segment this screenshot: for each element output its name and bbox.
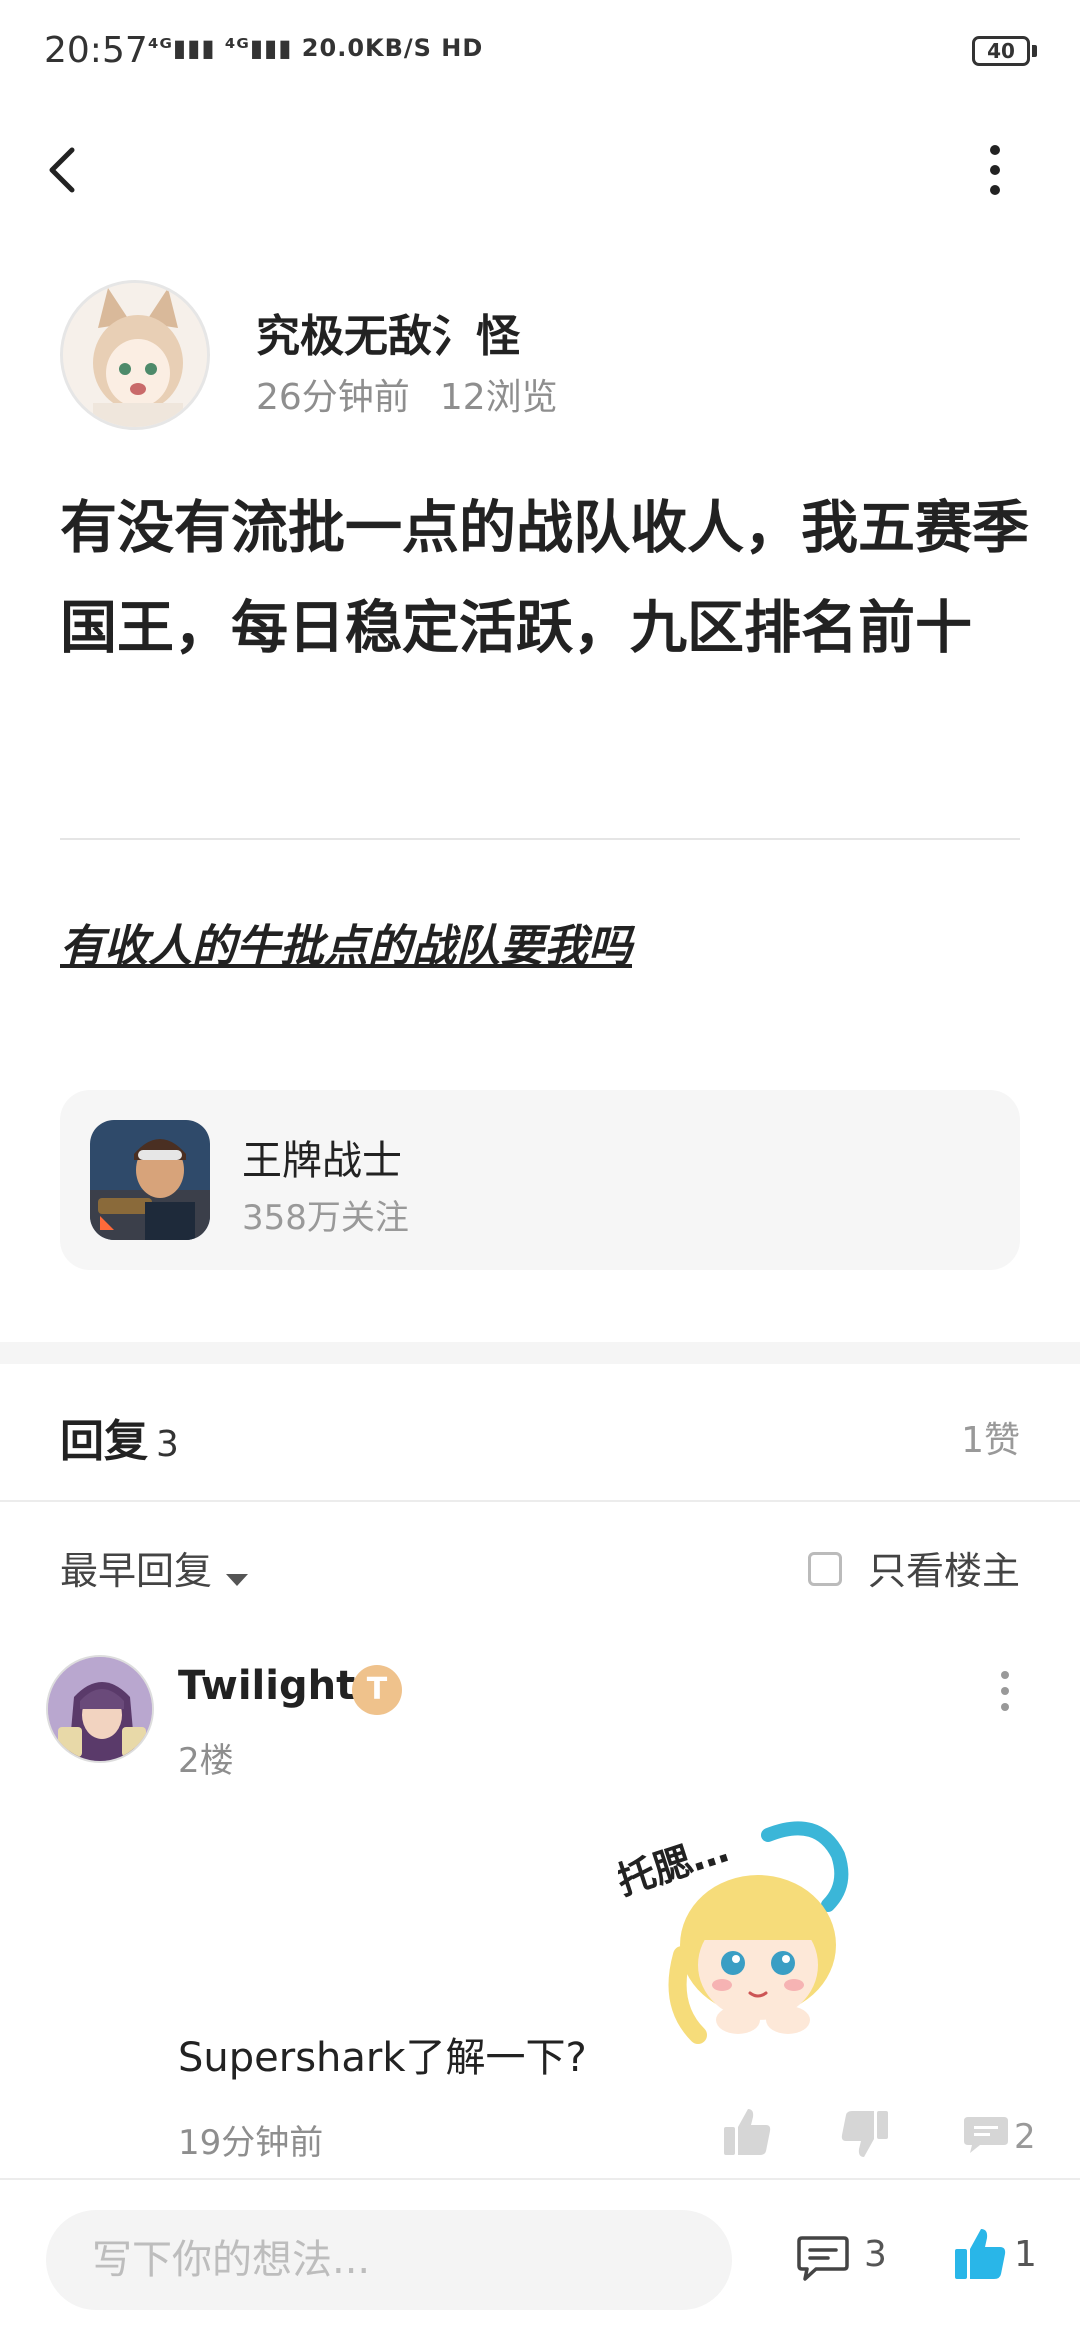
sort-label: 最早回复 xyxy=(60,1549,213,1593)
floor-number: 2楼 xyxy=(178,1741,234,1781)
top-bar xyxy=(0,120,1080,220)
checkbox-icon[interactable] xyxy=(808,1552,842,1586)
game-card[interactable]: 王牌战士 358万关注 xyxy=(60,1090,1020,1270)
chat-bubble-icon xyxy=(964,2117,1008,2153)
battery-icon: 40 xyxy=(972,36,1030,66)
author-avatar[interactable] xyxy=(60,280,210,430)
comment-more-button[interactable] xyxy=(995,1665,1015,1725)
divider xyxy=(0,1500,1080,1502)
anime-sticker-icon: 托腮… xyxy=(612,1821,849,2044)
anime-avatar-icon xyxy=(48,1657,152,1761)
likes-count: 1 xyxy=(1014,2234,1037,2275)
network-indicators: ⁴ᴳ▮▮▮ ⁴ᴳ▮▮▮ 20.0KB/S HD xyxy=(148,34,484,62)
post-body: 有收人的牛批点的战队要我吗 xyxy=(60,921,632,972)
comment-time: 19分钟前 xyxy=(178,2123,324,2163)
back-arrow-icon xyxy=(49,147,75,193)
thumbs-down-icon xyxy=(841,2111,888,2157)
status-bar: 20:57 ⁴ᴳ▮▮▮ ⁴ᴳ▮▮▮ 20.0KB/S HD 40 xyxy=(0,0,1080,100)
comment-input[interactable] xyxy=(46,2210,732,2310)
game-followers: 358万关注 xyxy=(242,1198,409,1238)
thumbs-up-icon xyxy=(955,2229,1006,2279)
comment-item: Twilight. T 2楼 托腮… Supershark了解一下? 19分钟前 xyxy=(0,1655,1080,2175)
anime-fox-girl-avatar-icon xyxy=(63,283,207,427)
sort-bar: 最早回复 只看楼主 xyxy=(60,1540,1020,1600)
author-header: 究极无敌氵怪 26分钟前 12浏览 xyxy=(60,280,1020,430)
post-title: 有没有流批一点的战队收人，我五赛季国王，每日稳定活跃，九区排名前十 xyxy=(60,495,1029,661)
thumbs-up-icon xyxy=(724,2109,771,2155)
commenter-avatar[interactable] xyxy=(46,1655,154,1763)
caret-down-icon xyxy=(226,1573,249,1586)
replies-count: 3 xyxy=(156,1424,179,1465)
game-name: 王牌战士 xyxy=(242,1138,402,1184)
vertical-dots-icon xyxy=(1001,1671,1009,1711)
comment-reply-count: 2 xyxy=(1014,2117,1036,2157)
vertical-dots-icon xyxy=(990,145,1000,195)
comment-reply-button[interactable] xyxy=(962,2113,1010,2157)
sticker-image[interactable]: 托腮… xyxy=(612,1815,878,2075)
game-character-icon xyxy=(90,1120,210,1240)
commenter-name[interactable]: Twilight. xyxy=(178,1663,370,1709)
bottom-action-bar: 3 1 xyxy=(0,2180,1080,2340)
back-button[interactable] xyxy=(40,140,90,200)
game-icon xyxy=(90,1120,210,1240)
more-options-button[interactable] xyxy=(975,140,1015,200)
comment-icon xyxy=(797,2236,849,2281)
battery-tip xyxy=(1032,45,1037,57)
status-time: 20:57 xyxy=(44,30,148,71)
comment-text: Supershark了解一下? xyxy=(178,2035,587,2081)
replies-title: 回复 xyxy=(60,1416,148,1467)
comment-like-button[interactable] xyxy=(720,2105,774,2159)
comment-dislike-button[interactable] xyxy=(838,2107,892,2161)
like-button[interactable] xyxy=(952,2226,1008,2282)
replies-header: 回复 3 1赞 xyxy=(60,1405,1020,1467)
op-only-label: 只看楼主 xyxy=(867,1549,1020,1593)
post-meta: 26分钟前 12浏览 xyxy=(256,368,558,420)
comments-count: 3 xyxy=(864,2234,887,2275)
comments-button[interactable] xyxy=(796,2234,850,2284)
divider xyxy=(60,838,1020,840)
post-time: 26分钟前 xyxy=(256,377,410,418)
view-count: 12浏览 xyxy=(439,377,558,418)
author-name[interactable]: 究极无敌氵怪 xyxy=(256,300,520,364)
section-separator xyxy=(0,1342,1080,1364)
sort-dropdown[interactable]: 最早回复 xyxy=(60,1549,249,1593)
level-badge: T xyxy=(352,1665,402,1715)
likes-total: 1赞 xyxy=(961,1420,1020,1461)
